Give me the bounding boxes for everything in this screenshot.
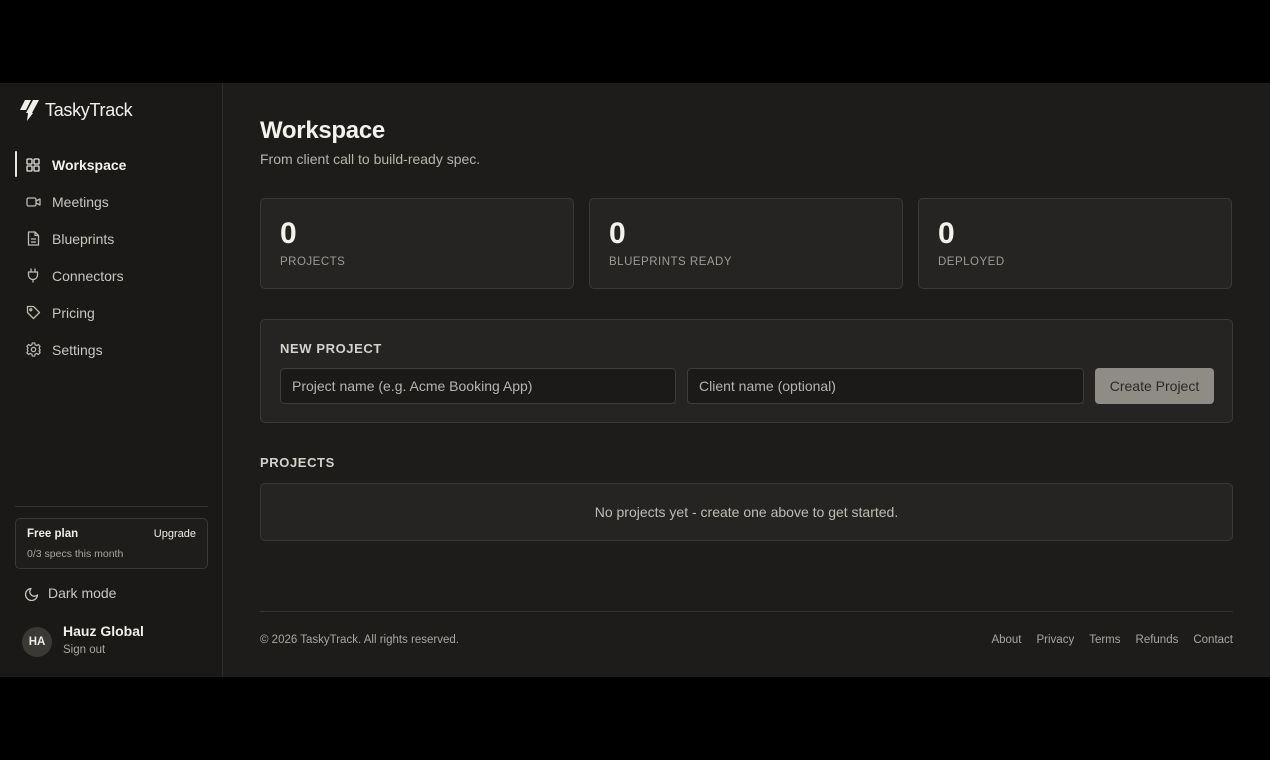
sidebar-item-label: Workspace: [52, 156, 127, 173]
moon-icon: [25, 587, 39, 601]
page-title: Workspace: [260, 117, 385, 144]
grid-icon: [25, 157, 41, 173]
sidebar-item-label: Connectors: [52, 267, 124, 284]
copyright-text: © 2026 TaskyTrack. All rights reserved.: [260, 634, 459, 646]
stat-card-projects: 0 PROJECTS: [260, 198, 574, 289]
sign-out-link[interactable]: Sign out: [63, 644, 144, 656]
footer-link-contact[interactable]: Contact: [1193, 634, 1233, 646]
sidebar-item-label: Meetings: [52, 193, 109, 210]
footer-link-terms[interactable]: Terms: [1089, 634, 1120, 646]
stat-value: 0: [938, 217, 955, 250]
gear-icon: [25, 342, 41, 358]
projects-section-title: PROJECTS: [260, 455, 335, 470]
dark-mode-label: Dark mode: [48, 585, 117, 601]
footer-link-refunds[interactable]: Refunds: [1136, 634, 1179, 646]
sidebar-item-label: Blueprints: [52, 230, 115, 247]
stat-label: PROJECTS: [280, 256, 346, 268]
video-icon: [25, 194, 41, 210]
create-project-button[interactable]: Create Project: [1095, 368, 1214, 404]
new-project-panel: NEW PROJECT Create Project: [260, 319, 1233, 423]
stat-card-blueprints-ready: 0 BLUEPRINTS READY: [589, 198, 903, 289]
footer-divider: [260, 611, 1233, 612]
main-content: Workspace From client call to build-read…: [223, 83, 1270, 677]
stat-label: BLUEPRINTS READY: [609, 256, 733, 268]
sidebar-item-connectors[interactable]: Connectors: [0, 262, 222, 289]
footer-link-privacy[interactable]: Privacy: [1037, 634, 1075, 646]
project-name-input[interactable]: [280, 368, 676, 404]
footer-links: About Privacy Terms Refunds Contact: [991, 634, 1233, 646]
sidebar-item-blueprints[interactable]: Blueprints: [0, 225, 222, 252]
user-profile: HA Hauz Global Sign out: [22, 621, 144, 657]
stat-value: 0: [280, 217, 297, 250]
stat-label: DEPLOYED: [938, 256, 1005, 268]
sidebar: TaskyTrack Workspace Meetings Blueprints…: [0, 83, 223, 677]
tag-icon: [25, 305, 41, 321]
sidebar-item-pricing[interactable]: Pricing: [0, 299, 222, 326]
brand-logo[interactable]: TaskyTrack: [19, 98, 133, 122]
brand-name: TaskyTrack: [45, 99, 133, 120]
sidebar-nav: Workspace Meetings Blueprints Connectors…: [0, 151, 222, 373]
dark-mode-toggle[interactable]: Dark mode: [25, 585, 116, 601]
stat-card-deployed: 0 DEPLOYED: [918, 198, 1232, 289]
plan-name: Free plan: [27, 528, 79, 540]
footer-link-about[interactable]: About: [991, 634, 1021, 646]
user-info: Hauz Global Sign out: [63, 623, 144, 656]
app-window: TaskyTrack Workspace Meetings Blueprints…: [0, 83, 1270, 677]
user-name: Hauz Global: [63, 622, 144, 639]
sidebar-item-label: Settings: [52, 341, 103, 358]
sidebar-item-meetings[interactable]: Meetings: [0, 188, 222, 215]
page-subtitle: From client call to build-ready spec.: [260, 151, 481, 167]
new-project-title: NEW PROJECT: [280, 341, 382, 356]
projects-empty-state: No projects yet - create one above to ge…: [260, 483, 1233, 541]
plug-icon: [25, 268, 41, 284]
plan-usage: 0/3 specs this month: [27, 548, 124, 560]
plan-card: Free plan Upgrade 0/3 specs this month: [15, 518, 208, 569]
document-icon: [25, 231, 41, 247]
sidebar-item-label: Pricing: [52, 304, 95, 321]
avatar[interactable]: HA: [22, 627, 52, 657]
sidebar-divider: [15, 506, 208, 507]
empty-state-message: No projects yet - create one above to ge…: [594, 504, 899, 520]
sidebar-item-settings[interactable]: Settings: [0, 336, 222, 363]
sidebar-item-workspace[interactable]: Workspace: [0, 151, 222, 178]
stat-value: 0: [609, 217, 626, 250]
lightning-logo-icon: [20, 100, 39, 121]
client-name-input[interactable]: [687, 368, 1084, 404]
upgrade-button[interactable]: Upgrade: [154, 528, 196, 540]
